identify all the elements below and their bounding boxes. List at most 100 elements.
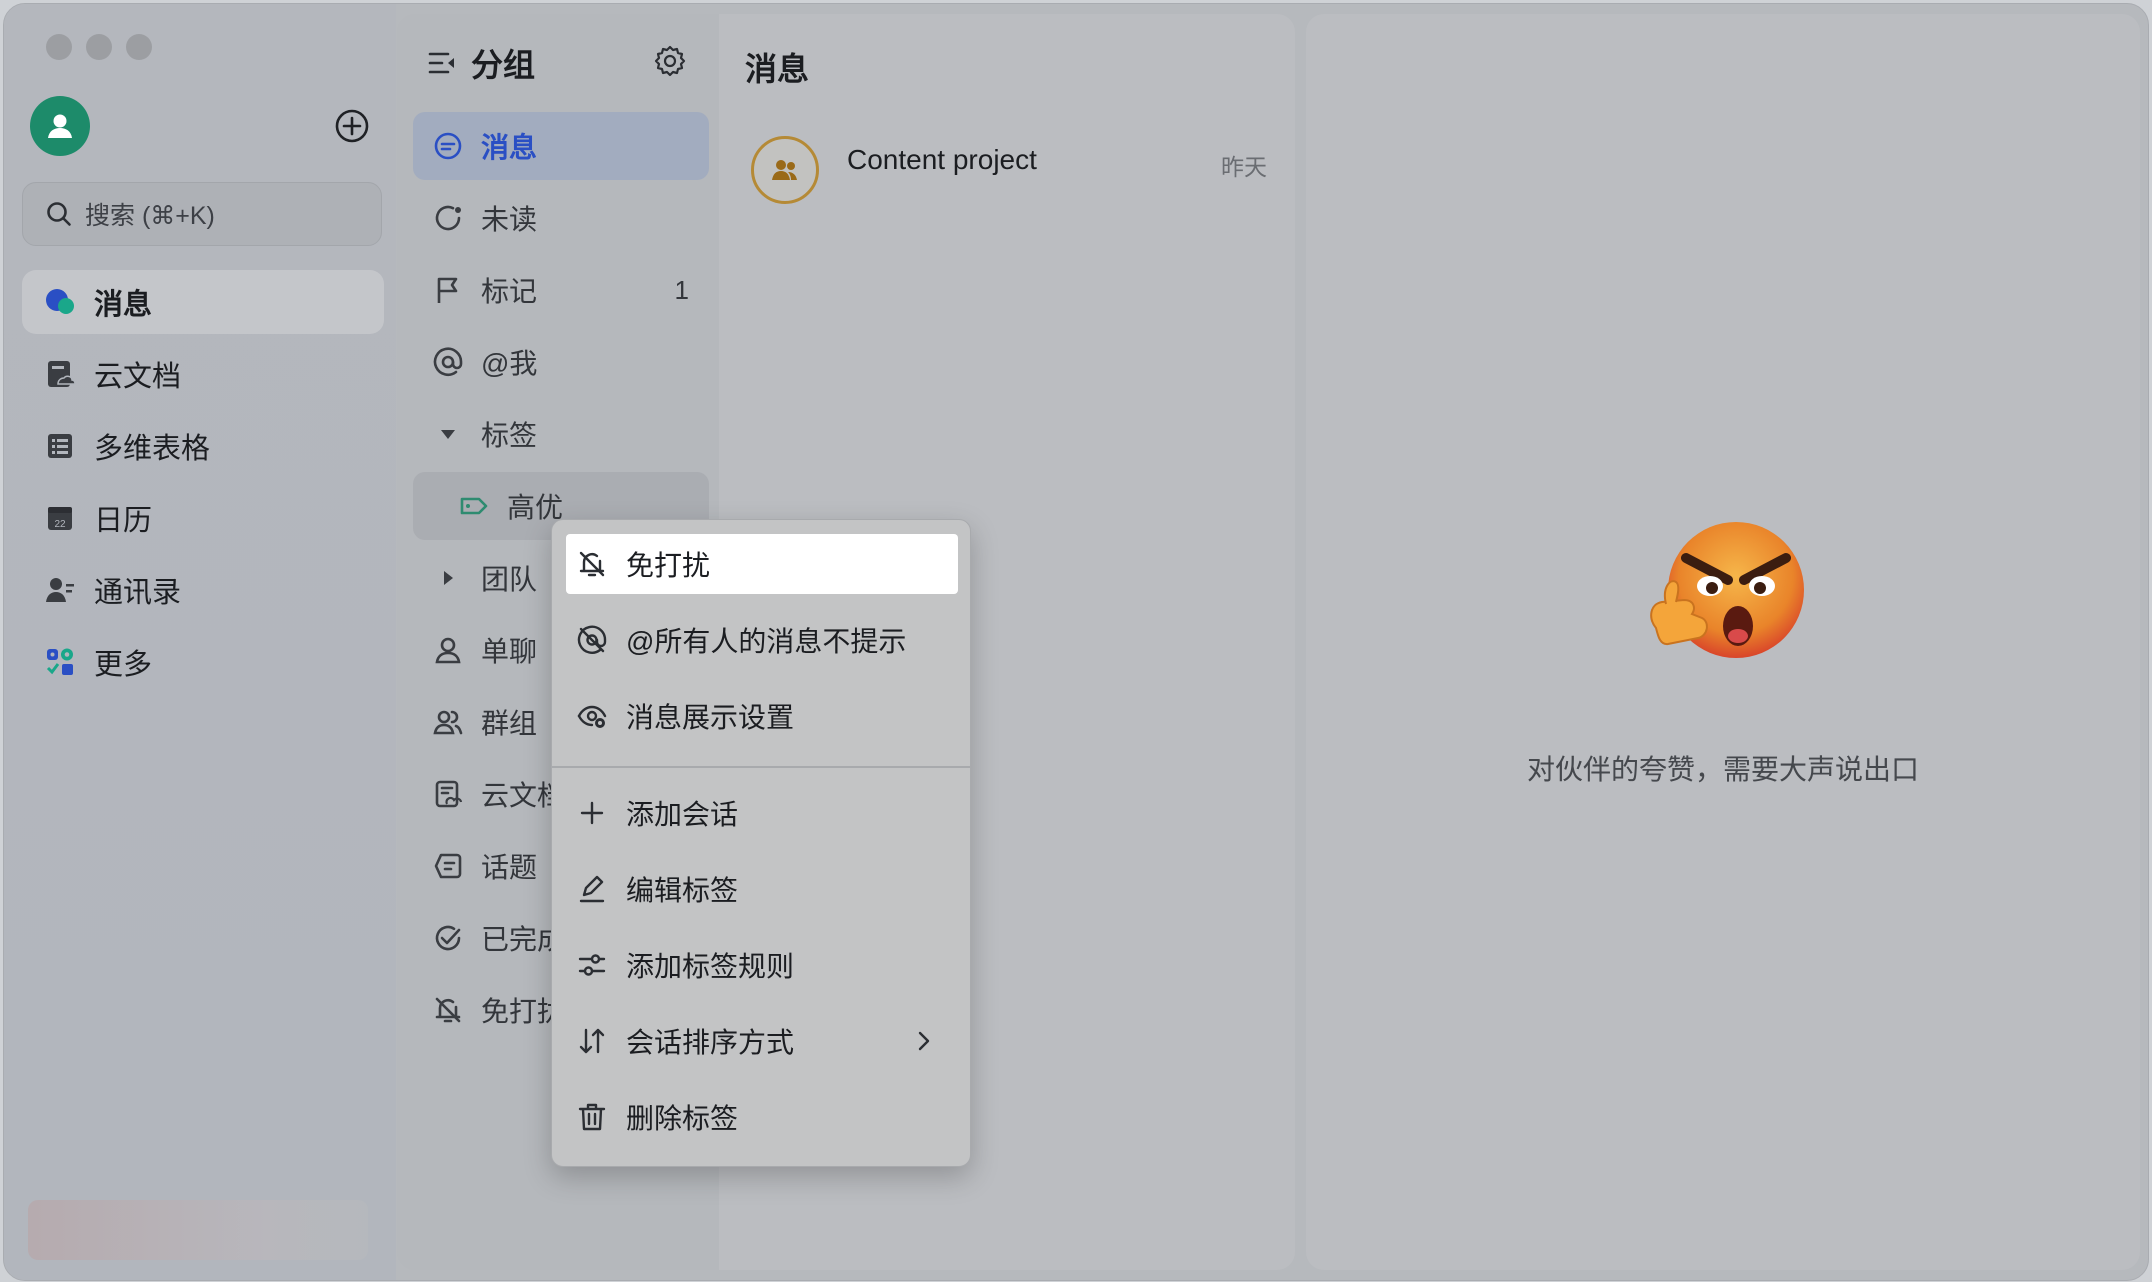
nav-item-more[interactable]: 更多 [22,630,384,694]
search-input[interactable]: 搜索 (⌘+K) [22,182,382,246]
group-item-tags[interactable]: 标签 [413,400,709,468]
sort-icon [576,1025,608,1057]
groups-header: 分组 [427,40,535,86]
empty-state-tagline: 对伙伴的夸赞，需要大声说出口 [1526,754,1919,785]
cloud-doc-icon [44,358,76,390]
chevron-right-icon [912,1027,936,1055]
group-item-label: 群组 [481,708,538,739]
flagged-count: 1 [674,274,689,305]
group-item-label: 标签 [481,420,538,451]
group-item-label: 消息 [481,132,538,163]
account-footer[interactable] [28,1200,368,1260]
menu-item-mute-at-all[interactable]: @所有人的消息不提示 [566,610,958,670]
at-icon [433,347,463,377]
avatar[interactable] [30,96,90,156]
nav-item-label: 云文档 [94,361,182,393]
at-mute-icon [576,624,608,656]
menu-item-label: @所有人的消息不提示 [626,626,907,657]
tag-icon [459,491,489,521]
calendar-day: 22 [54,519,66,530]
group-item-flagged[interactable]: 标记 1 [413,256,709,324]
contacts-icon [44,574,76,606]
menu-item-label: 消息展示设置 [626,702,795,733]
group-people-icon [772,160,797,180]
caret-down-icon [433,419,463,449]
group-item-label: 话题 [481,852,538,883]
rules-icon [576,949,608,981]
group-item-unread[interactable]: 未读 [413,184,709,252]
window-controls [46,34,152,60]
display-settings-icon [576,700,608,732]
group-item-label: 未读 [481,204,538,235]
group-item-label: 单聊 [481,636,538,667]
nav-item-label: 通讯录 [94,577,182,609]
chat-name: Content project [847,144,1037,175]
menu-divider [552,766,970,768]
doc-icon [433,779,463,809]
group-item-label: 高优 [507,492,564,523]
message-list-title: 消息 [745,51,810,87]
detail-pane: 对伙伴的夸赞，需要大声说出口 [1306,14,2140,1270]
collapse-panel-icon[interactable] [427,48,457,78]
nav-item-label: 日历 [94,505,153,537]
group-avatar [751,136,819,204]
group-item-label: 团队 [481,564,538,595]
menu-item-display-settings[interactable]: 消息展示设置 [566,686,958,746]
menu-item-delete-tag[interactable]: 删除标签 [566,1087,958,1147]
nav-item-docs[interactable]: 云文档 [22,342,384,406]
minimize-window-button[interactable] [86,34,112,60]
search-icon [47,202,71,226]
nav-item-messages[interactable]: 消息 [22,270,384,334]
angry-thumbs-emoji-icon [1644,518,1814,668]
search-placeholder: 搜索 (⌘+K) [85,202,215,230]
calendar-icon: 22 [44,502,76,534]
plus-circle-icon [335,109,369,143]
chat-bubbles-icon [44,286,76,318]
menu-item-label: 免打扰 [626,550,711,581]
app-window: 搜索 (⌘+K) 消息 云文档 多维表格 22 日历 通讯录 更多 分组 消息 … [3,3,2149,1281]
menu-item-label: 会话排序方式 [626,1027,795,1058]
edit-icon [576,873,608,905]
caret-right-icon [433,563,463,593]
menu-item-add-tag-rule[interactable]: 添加标签规则 [566,935,958,995]
trash-icon [576,1101,608,1133]
menu-item-sort-chats[interactable]: 会话排序方式 [566,1011,958,1071]
unread-icon [433,203,463,233]
base-table-icon [44,430,76,462]
main-nav: 消息 云文档 多维表格 22 日历 通讯录 更多 [22,270,384,702]
nav-item-label: 多维表格 [94,433,211,465]
group-item-label: @我 [481,348,538,379]
zoom-window-button[interactable] [126,34,152,60]
nav-item-label: 更多 [94,649,153,681]
flag-icon [433,275,463,305]
add-button[interactable] [334,108,370,144]
group-item-mentions[interactable]: @我 [413,328,709,396]
close-window-button[interactable] [46,34,72,60]
menu-item-edit-tag[interactable]: 编辑标签 [566,859,958,919]
group-item-messages[interactable]: 消息 [413,112,709,180]
menu-item-add-chat[interactable]: 添加会话 [566,783,958,843]
nav-item-contacts[interactable]: 通讯录 [22,558,384,622]
plus-icon [576,797,608,829]
bell-off-icon [433,995,463,1025]
chat-list-item[interactable]: Content project 昨天 [719,114,1295,224]
gear-icon [654,45,686,77]
menu-item-label: 添加标签规则 [626,951,795,982]
message-icon [433,131,463,161]
chat-time: 昨天 [1221,154,1267,180]
topic-icon [433,851,463,881]
left-rail: 搜索 (⌘+K) 消息 云文档 多维表格 22 日历 通讯录 更多 [4,4,396,1280]
bell-off-icon [576,548,608,580]
groups-settings-button[interactable] [653,44,687,78]
nav-item-calendar[interactable]: 22 日历 [22,486,384,550]
tag-context-menu: 免打扰 @所有人的消息不提示 消息展示设置 添加会话 编辑标签 添加标签规则 会… [551,519,971,1167]
group-item-label: 标记 [481,276,538,307]
nav-item-label: 消息 [94,289,153,321]
menu-item-label: 添加会话 [626,799,739,830]
menu-item-mute[interactable]: 免打扰 [566,534,958,594]
person-icon [433,635,463,665]
menu-item-label: 删除标签 [626,1103,739,1134]
menu-item-label: 编辑标签 [626,875,739,906]
groups-title: 分组 [471,47,536,83]
nav-item-base[interactable]: 多维表格 [22,414,384,478]
